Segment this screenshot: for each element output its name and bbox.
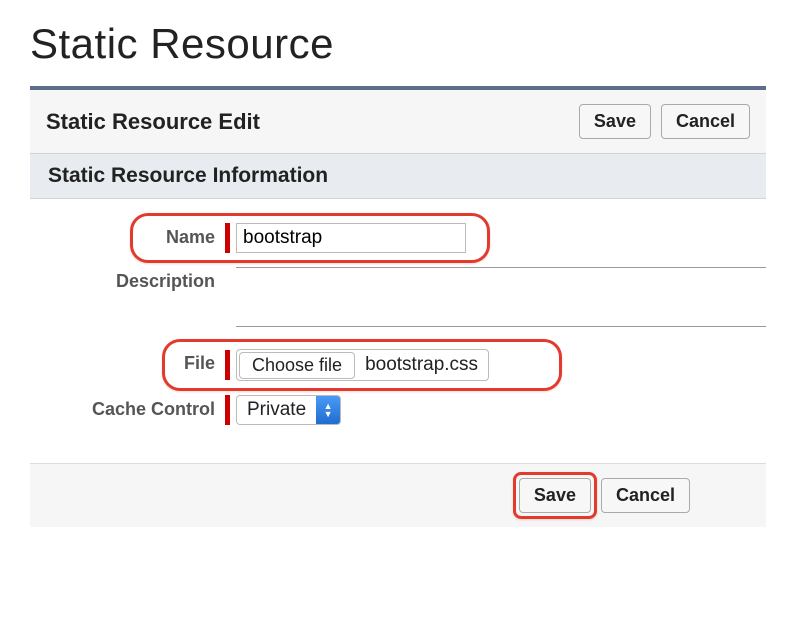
panel-footer: Save Cancel	[30, 463, 766, 527]
form-area: Name Description File Choose file bootst	[30, 199, 766, 463]
save-button-top[interactable]: Save	[579, 104, 651, 139]
section-header: Static Resource Information	[30, 153, 766, 199]
cache-control-select[interactable]: Private ▲▼	[236, 395, 341, 425]
bottom-button-group: Save Cancel	[519, 478, 690, 513]
file-input[interactable]: Choose file bootstrap.css	[236, 349, 489, 381]
name-label: Name	[30, 223, 225, 248]
cache-control-value: Private	[237, 399, 316, 421]
required-indicator-file	[225, 350, 230, 380]
description-label: Description	[30, 267, 225, 327]
required-indicator-cache	[225, 395, 230, 425]
cancel-button-bottom[interactable]: Cancel	[601, 478, 690, 513]
file-name-display: bootstrap.css	[365, 354, 478, 376]
choose-file-button[interactable]: Choose file	[239, 352, 355, 379]
select-arrows-icon: ▲▼	[316, 396, 340, 424]
save-button-bottom[interactable]: Save	[519, 478, 591, 513]
name-input[interactable]	[236, 223, 466, 253]
file-label: File	[30, 349, 225, 374]
description-row: Description	[30, 267, 766, 327]
edit-panel: Static Resource Edit Save Cancel Static …	[30, 86, 766, 527]
file-row: File Choose file bootstrap.css	[30, 349, 766, 381]
top-button-group: Save Cancel	[579, 104, 750, 139]
description-input[interactable]	[236, 267, 766, 327]
cancel-button-top[interactable]: Cancel	[661, 104, 750, 139]
name-row: Name	[30, 223, 766, 253]
page-title: Static Resource	[30, 20, 766, 68]
panel-header-title: Static Resource Edit	[46, 109, 260, 135]
required-indicator-name	[225, 223, 230, 253]
panel-header: Static Resource Edit Save Cancel	[30, 90, 766, 153]
cache-control-row: Cache Control Private ▲▼	[30, 395, 766, 425]
cache-control-label: Cache Control	[30, 395, 225, 420]
